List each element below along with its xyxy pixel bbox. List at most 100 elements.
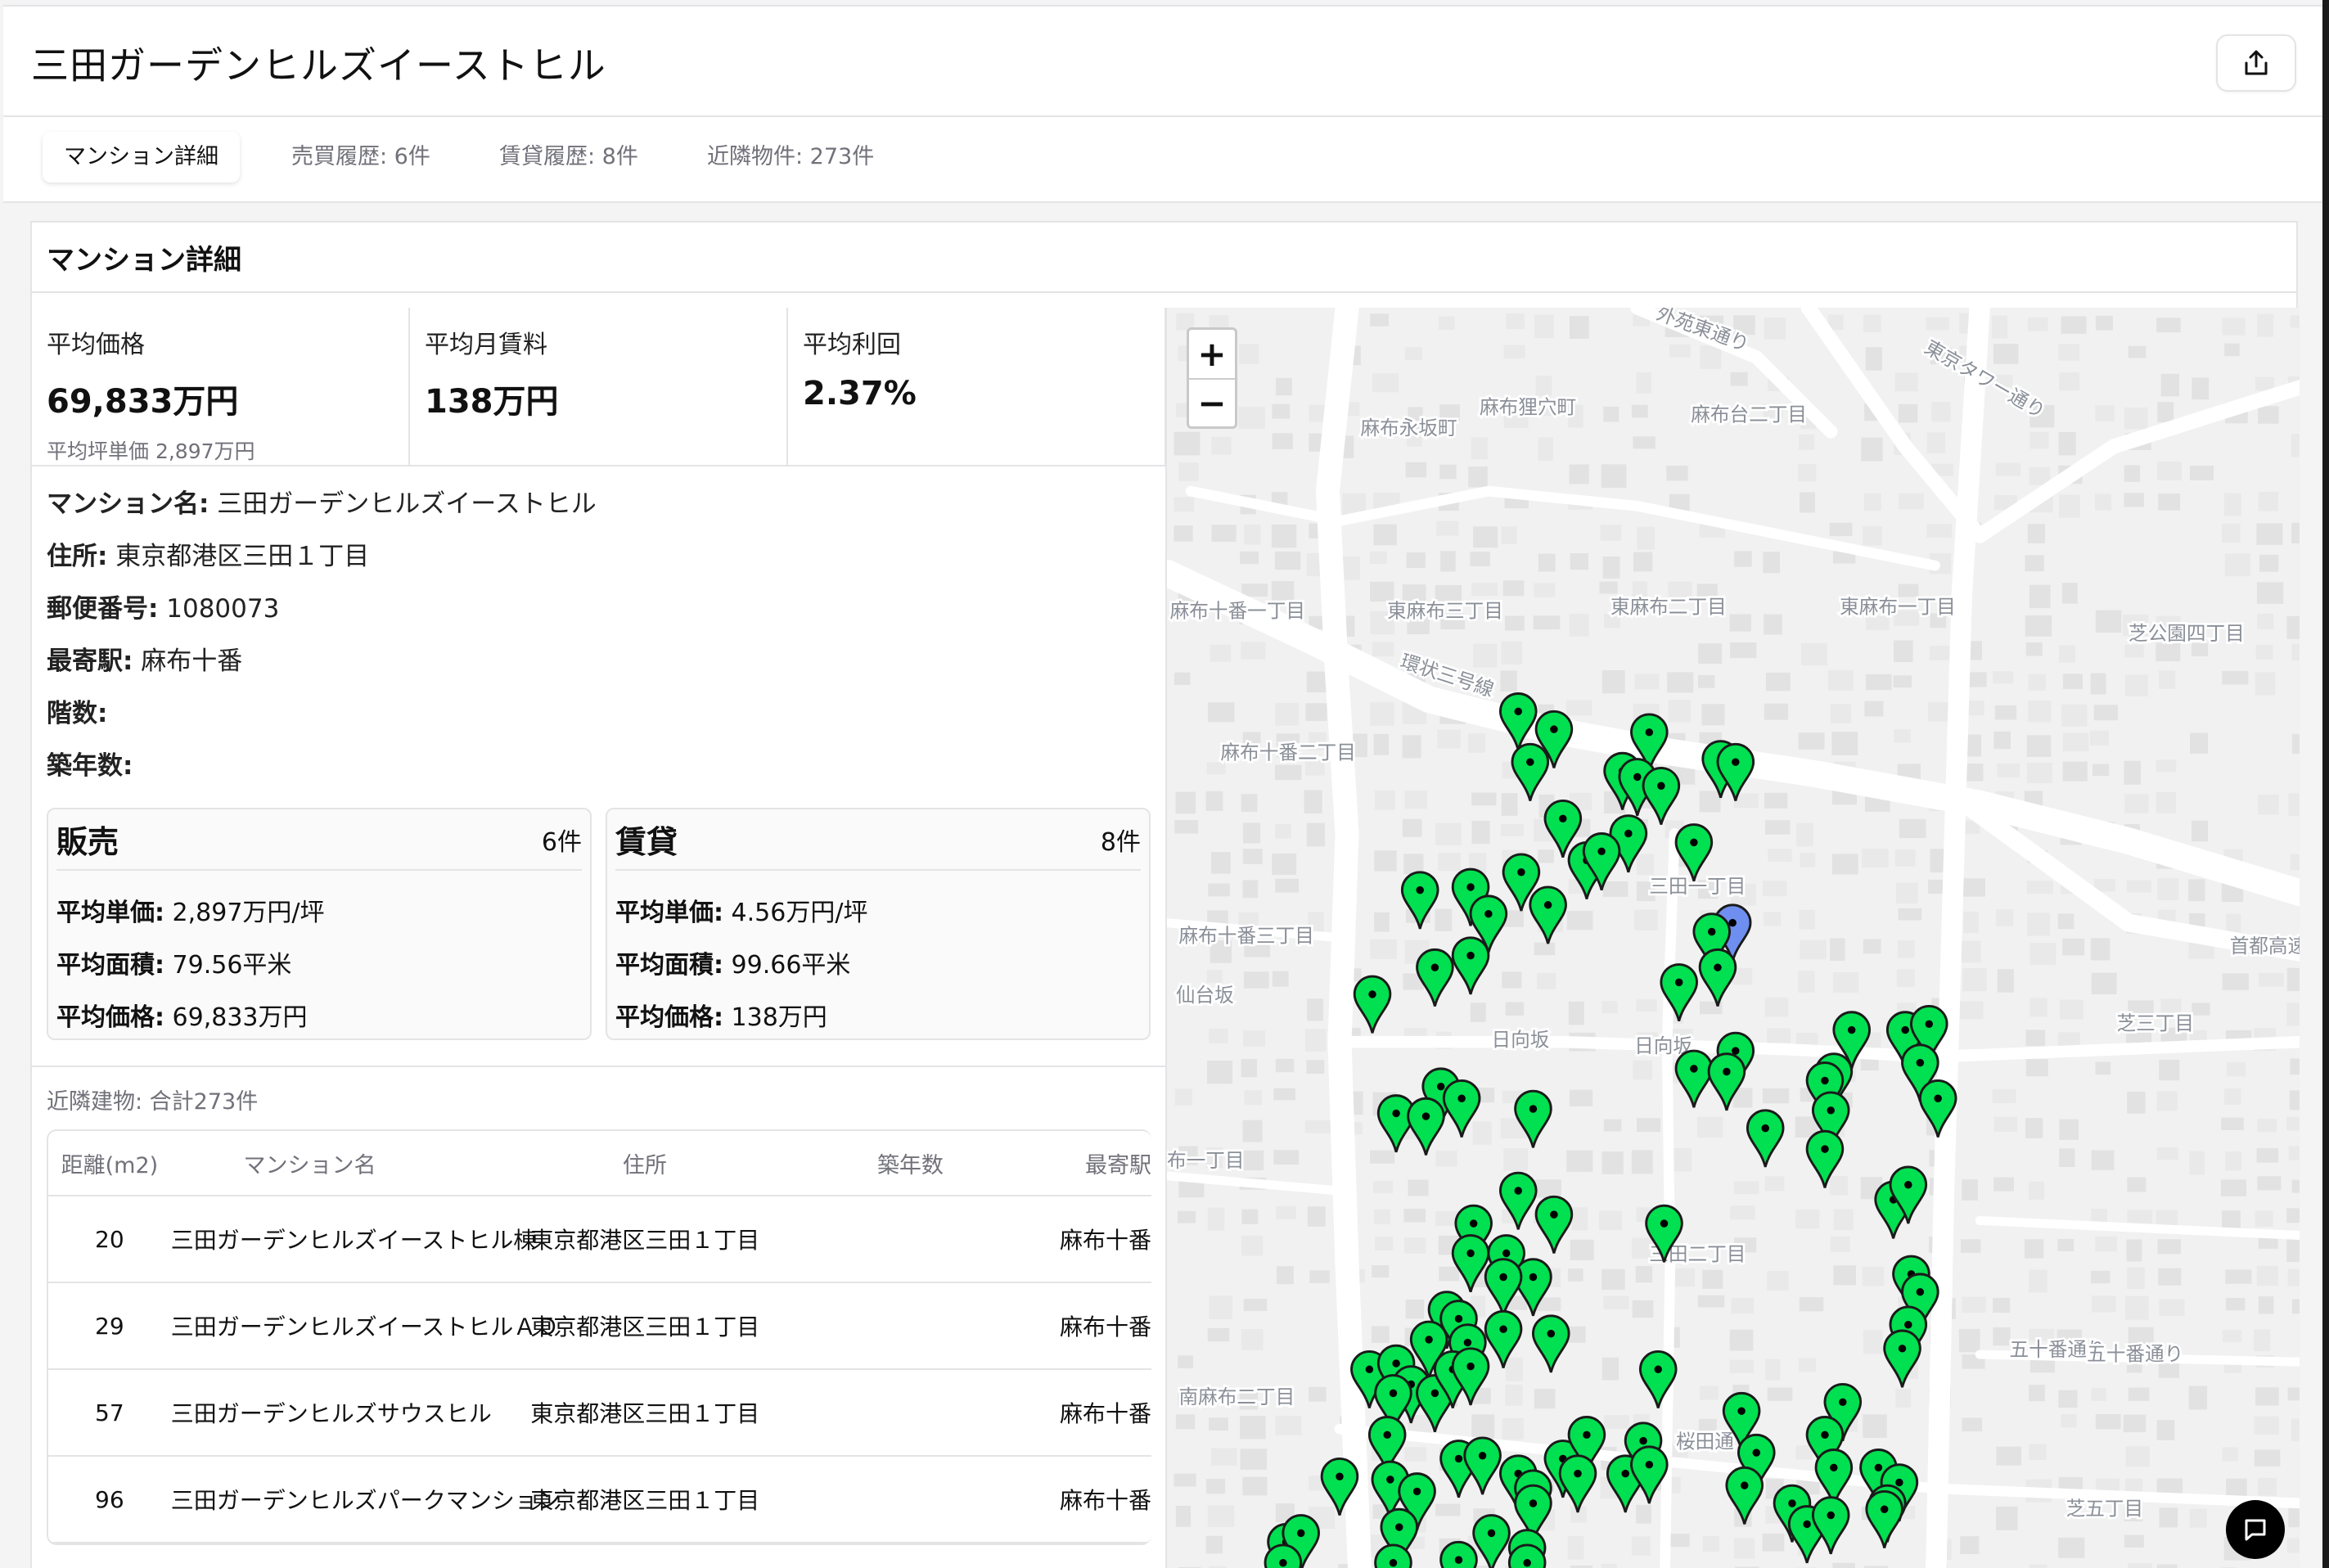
map-label: 東麻布二丁目	[1610, 595, 1727, 618]
row-label: 平均面積:	[615, 951, 723, 980]
stat-value: 138万円	[425, 383, 559, 421]
tab-nearby-properties[interactable]: 近隣物件: 273件	[686, 132, 895, 182]
cell-distance: 29	[95, 1312, 124, 1340]
table-header: 距離(m2) マンション名 住所 築年数 最寄駅	[48, 1131, 1151, 1196]
property-marker[interactable]	[1865, 1489, 1903, 1548]
cell-station: 麻布十番	[1059, 1313, 1151, 1340]
detail-value: 東京都港区三田１丁目	[107, 542, 370, 571]
map-label: 日向坂	[1492, 1029, 1550, 1052]
tab-mansion-details[interactable]: マンション詳細	[43, 132, 240, 182]
property-marker[interactable]	[1531, 1314, 1570, 1373]
box-title: 販売	[56, 824, 119, 860]
row-label: 平均単価:	[615, 899, 723, 927]
stat-sub: 平均坪単価 2,897万円	[47, 439, 255, 463]
property-marker[interactable]	[1407, 1097, 1445, 1156]
table-row[interactable]: 20 三田ガーデンヒルズイーストヒル棟 東京都港区三田１丁目 麻布十番	[48, 1196, 1151, 1283]
row-label: 平均面積:	[56, 951, 164, 980]
row-value: 79.56平米	[164, 951, 292, 980]
zoom-out-button[interactable]: −	[1189, 378, 1235, 426]
cell-name: 三田ガーデンヒルズイーストヒルＡＤ	[170, 1313, 560, 1340]
row-value: 4.56万円/坪	[723, 899, 868, 927]
stat-label: 平均月賃料	[425, 331, 547, 359]
property-marker[interactable]	[1811, 1496, 1850, 1555]
map-label: 布一丁目	[1167, 1149, 1245, 1172]
divider	[32, 1066, 1165, 1067]
divider	[32, 465, 1165, 466]
property-marker[interactable]	[1511, 742, 1550, 801]
map-canvas[interactable]: 麻布狸穴町 麻布永坂町 麻布台二丁目 麻布十番一丁目 東麻布三丁目 東麻布二丁目…	[1167, 308, 2300, 1568]
chat-icon	[2245, 1519, 2266, 1541]
box-title: 賃貸	[615, 824, 678, 860]
property-marker[interactable]	[1514, 1089, 1552, 1148]
property-marker[interactable]	[1725, 1466, 1764, 1525]
property-marker[interactable]	[1698, 948, 1737, 1007]
tab-sales-history[interactable]: 売買履歴: 6件	[270, 132, 452, 182]
table-row[interactable]: 29 三田ガーデンヒルズイーストヒルＡＤ 東京都港区三田１丁目 麻布十番	[48, 1283, 1151, 1370]
zoom-in-button[interactable]: +	[1189, 330, 1235, 378]
map-label: 麻布十番二丁目	[1220, 741, 1355, 764]
page: 三田ガーデンヒルズイーストヒル マンション詳細 売買履歴: 6件 賃貸履歴: 8…	[0, 0, 2322, 1568]
details-card: マンション詳細 平均価格 69,833万円 平均坪単価 2,897万円 平均月賃…	[30, 221, 2300, 1568]
share-icon	[2245, 50, 2268, 75]
property-marker[interactable]	[1534, 1195, 1574, 1254]
property-marker[interactable]	[1746, 1109, 1785, 1168]
rental-summary-box: 賃貸 8件 平均単価: 4.56万円/坪 平均面積: 99.66平米 平均価格: …	[606, 808, 1151, 1040]
property-marker[interactable]	[1529, 885, 1567, 944]
detail-value: 麻布十番	[133, 647, 243, 676]
map-label: 首都高速	[2230, 935, 2300, 957]
col-name[interactable]: マンション名	[171, 1147, 449, 1179]
map-label: 麻布十番三丁目	[1179, 924, 1314, 947]
chat-button[interactable]	[2226, 1500, 2285, 1559]
property-marker[interactable]	[1674, 1049, 1714, 1108]
stat-label: 平均価格	[47, 331, 145, 359]
col-address[interactable]: 住所	[448, 1147, 840, 1179]
detail-station: 最寄駅: 麻布十番	[47, 640, 242, 677]
cell-station: 麻布十番	[1059, 1487, 1151, 1514]
map-label: 桜田通	[1676, 1431, 1734, 1453]
property-marker[interactable]	[1472, 1514, 1511, 1568]
map-label: 五十番通り	[2087, 1342, 2183, 1365]
property-marker[interactable]	[1674, 823, 1714, 882]
tab-rental-history[interactable]: 賃貸履歴: 8件	[478, 132, 660, 182]
property-marker[interactable]	[1642, 767, 1681, 825]
nearby-table: 距離(m2) マンション名 住所 築年数 最寄駅 20 三田ガーデンヒルズイースト…	[47, 1129, 1151, 1545]
sales-summary-box: 販売 6件 平均単価: 2,897万円/坪 平均面積: 79.56平米 平均価格:…	[47, 808, 592, 1040]
row-value: 2,897万円/坪	[164, 899, 325, 927]
col-station[interactable]: 最寄駅	[980, 1147, 1151, 1179]
detail-floors: 階数:	[47, 692, 107, 729]
col-age[interactable]: 築年数	[841, 1147, 980, 1179]
property-marker[interactable]	[1498, 692, 1538, 751]
stat-avg-rent: 平均月賃料 138万円	[410, 308, 788, 465]
detail-label: 築年数:	[47, 751, 133, 781]
table-row[interactable]: 57 三田ガーデンヒルズサウスヒル 東京都港区三田１丁目 麻布十番	[48, 1370, 1151, 1457]
cell-address: 東京都港区三田１丁目	[530, 1313, 760, 1340]
detail-label: マンション名:	[47, 489, 209, 519]
cell-address: 東京都港区三田１丁目	[530, 1487, 760, 1514]
property-marker[interactable]	[1451, 936, 1490, 995]
map-label: 芝五丁目	[2066, 1498, 2144, 1521]
share-button[interactable]	[2216, 34, 2296, 92]
map-label: 麻布台二丁目	[1691, 403, 1807, 426]
property-marker[interactable]	[1416, 948, 1454, 1007]
map-label: 東麻布一丁目	[1840, 595, 1956, 618]
zoom-control: + −	[1187, 327, 1237, 429]
detail-label: 郵便番号:	[47, 594, 159, 624]
property-marker[interactable]	[1439, 1540, 1478, 1568]
property-marker[interactable]	[1463, 1436, 1502, 1495]
map-label: 東麻布三丁目	[1387, 600, 1503, 623]
table-row[interactable]: 96 三田ガーデンヒルズパークマンション 東京都港区三田１丁目 麻布十番	[48, 1457, 1151, 1543]
box-count: 6件	[541, 827, 582, 857]
box-row: 平均単価: 4.56万円/坪	[615, 892, 1141, 927]
detail-building-age: 築年数:	[47, 745, 133, 782]
property-marker[interactable]	[1353, 975, 1392, 1034]
cell-station: 麻布十番	[1059, 1400, 1151, 1427]
detail-postal-code: 郵便番号: 1080073	[47, 588, 279, 624]
cell-address: 東京都港区三田１丁目	[530, 1227, 760, 1254]
property-marker[interactable]	[1558, 1454, 1597, 1513]
box-count: 8件	[1100, 827, 1141, 857]
col-distance[interactable]: 距離(m2)	[48, 1147, 171, 1179]
stat-avg-yield: 平均利回 2.37%	[788, 308, 1166, 465]
cell-distance: 96	[95, 1485, 124, 1513]
map[interactable]: 麻布狸穴町 麻布永坂町 麻布台二丁目 麻布十番一丁目 東麻布三丁目 東麻布二丁目…	[1165, 308, 2300, 1568]
detail-value: 1080073	[158, 594, 280, 624]
